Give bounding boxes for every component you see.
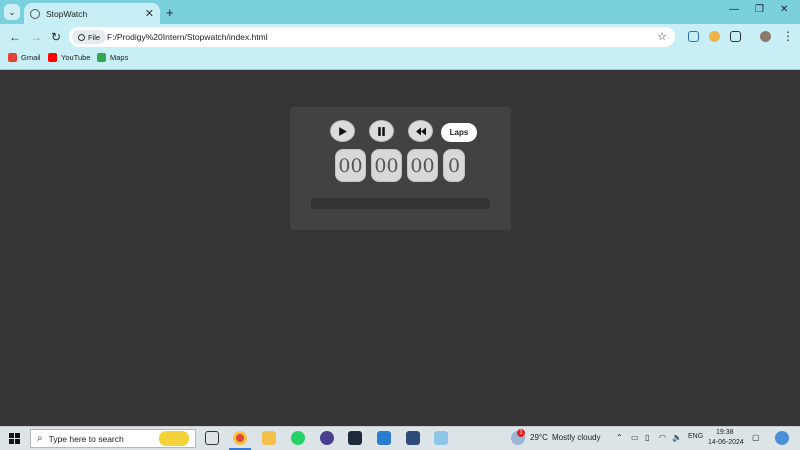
gmail-icon — [8, 53, 17, 62]
weather-text[interactable]: Mostly cloudy — [552, 433, 600, 442]
minimize-button[interactable]: — — [729, 4, 739, 15]
windows-taskbar: ⌕ Type here to search 1 29°C Mostly clou… — [0, 426, 800, 450]
chat-icon[interactable]: ▢ — [752, 433, 760, 442]
search-icon: ⌕ — [37, 433, 43, 444]
taskbar-search-input[interactable]: ⌕ Type here to search — [30, 429, 196, 448]
hours-display: 00 — [335, 149, 366, 182]
chevron-up-icon[interactable]: ⌃ — [616, 433, 623, 442]
weather-temp[interactable]: 29°C — [530, 433, 548, 442]
chip-label: File — [88, 32, 101, 42]
maps-icon — [97, 53, 106, 62]
minutes-display: 00 — [371, 149, 402, 182]
lemon-illustration-icon — [159, 431, 189, 446]
copilot-icon[interactable] — [775, 431, 789, 445]
restore-button[interactable]: ❐ — [755, 4, 764, 15]
browser-tabstrip: ⌄ StopWatch ✕ + — ❐ ✕ — [0, 0, 800, 24]
file-explorer-icon[interactable] — [262, 431, 276, 445]
globe-icon — [30, 8, 40, 19]
wifi-icon[interactable]: ◠ — [659, 433, 666, 442]
start-button[interactable] — [330, 120, 355, 142]
info-icon — [78, 33, 85, 41]
app-icon-3[interactable] — [434, 431, 448, 445]
volume-icon[interactable]: 🔈 — [672, 433, 682, 442]
tab-title: StopWatch — [46, 8, 88, 19]
seconds-display: 00 — [407, 149, 438, 182]
browser-toolbar: ← → ↻ File F:/Prodigy%20Intern/Stopwatch… — [0, 24, 800, 50]
bookmark-label: Maps — [110, 53, 129, 62]
clock-date[interactable]: 14-06-2024 — [708, 439, 744, 446]
puzzle-extensions-icon[interactable] — [730, 31, 741, 42]
bookmarks-bar: Gmail YouTube Maps — [0, 50, 800, 70]
page-content: Laps 00 00 00 0 — [0, 70, 800, 426]
back-arrow-icon[interactable]: ← — [9, 30, 21, 44]
pause-icon — [378, 126, 385, 136]
close-tab-icon[interactable]: ✕ — [145, 7, 154, 20]
milliseconds-display: 0 — [443, 149, 465, 182]
bookmark-star-icon[interactable]: ☆ — [657, 30, 667, 43]
address-bar[interactable]: File F:/Prodigy%20Intern/Stopwatch/index… — [69, 27, 675, 47]
tab-search-button[interactable]: ⌄ — [4, 4, 20, 20]
clock-time[interactable]: 19:38 — [716, 429, 734, 436]
battery-icon[interactable]: ▭ — [631, 433, 639, 442]
stopwatch-panel: Laps 00 00 00 0 — [290, 107, 511, 230]
bookmark-label: YouTube — [61, 53, 91, 62]
task-view-icon[interactable] — [205, 431, 219, 445]
new-tab-button[interactable]: + — [166, 5, 174, 20]
laps-button[interactable]: Laps — [441, 123, 477, 142]
chevron-down-icon: ⌄ — [8, 6, 16, 17]
extension-cast-icon[interactable] — [688, 31, 699, 42]
tab-stopwatch[interactable]: StopWatch ✕ — [24, 3, 160, 24]
forward-arrow-icon[interactable]: → — [30, 30, 42, 44]
play-icon — [339, 126, 347, 136]
app-icon-2[interactable] — [406, 431, 420, 445]
profile-avatar[interactable] — [760, 31, 771, 42]
bookmark-maps[interactable]: Maps — [97, 53, 128, 62]
device-icon[interactable]: ▯ — [645, 433, 649, 442]
language-indicator[interactable]: ENG — [688, 433, 703, 440]
terminal-icon[interactable] — [348, 431, 362, 445]
reset-button[interactable] — [408, 120, 433, 142]
rewind-icon — [415, 127, 426, 135]
laps-list — [311, 198, 490, 209]
kebab-menu-icon[interactable]: ⋮ — [782, 29, 794, 43]
reload-icon[interactable]: ↻ — [51, 30, 61, 44]
app-icon[interactable] — [320, 431, 334, 445]
window-close-button[interactable]: ✕ — [780, 4, 788, 15]
extension-icon[interactable] — [709, 31, 720, 42]
pause-button[interactable] — [369, 120, 394, 142]
chrome-icon[interactable] — [233, 431, 247, 445]
windows-start-icon[interactable] — [9, 433, 20, 444]
bookmark-gmail[interactable]: Gmail — [8, 53, 41, 62]
whatsapp-icon[interactable] — [291, 431, 305, 445]
notification-badge: 1 — [517, 429, 525, 437]
bookmark-label: Gmail — [21, 53, 41, 62]
youtube-icon — [48, 53, 57, 62]
bookmark-youtube[interactable]: YouTube — [48, 53, 90, 62]
vscode-icon[interactable] — [377, 431, 391, 445]
search-placeholder: Type here to search — [48, 433, 124, 444]
site-info-chip[interactable]: File — [72, 30, 107, 44]
url-text[interactable]: F:/Prodigy%20Intern/Stopwatch/index.html — [107, 32, 268, 42]
